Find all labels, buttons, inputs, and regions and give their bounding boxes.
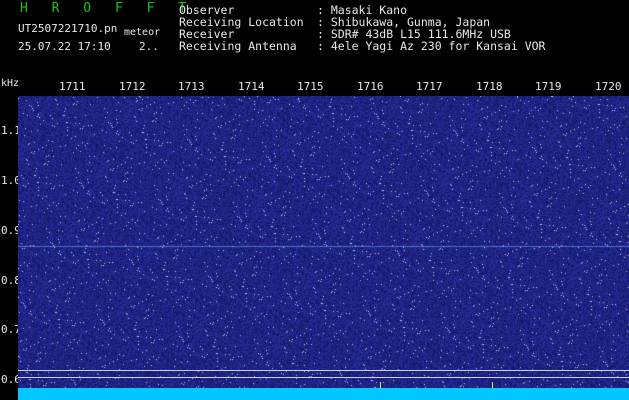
time-tick: 1711 [59,80,86,93]
time-tick: 1717 [416,80,443,93]
signal-level-trace [18,388,629,400]
info-value: : 4ele Yagi Az 230 for Kansai VOR [317,39,546,53]
timestamp: 25.07.22 17:10 [18,40,111,53]
time-tick: 1713 [178,80,205,93]
station-info: Observer: Masaki Kano Receiving Location… [179,4,545,52]
time-tick: 1714 [238,80,265,93]
reference-line [18,377,629,378]
time-tick: 1715 [297,80,324,93]
spectrogram[interactable] [18,96,629,400]
time-scale: kHz 1711 1712 1713 1714 1715 1716 1717 1… [0,78,629,96]
header: H R O F F T UT2507221710.pn meteor 25.07… [0,0,629,78]
info-key: Receiving Antenna [179,39,297,53]
event-tag: meteor [124,27,161,38]
app-logo: H R O F F T [20,1,195,16]
frequency-unit: kHz [1,78,20,89]
spectrogram-noise [18,96,629,400]
file-name: UT2507221710.pn [18,22,118,35]
status-flag: 2.. [139,40,159,53]
time-tick: 1720 [595,80,622,93]
time-tick: 1712 [119,80,146,93]
info-row-antenna: Receiving Antenna : 4ele Yagi Az 230 for … [179,40,545,52]
time-tick: 1719 [535,80,562,93]
time-tick: 1716 [357,80,384,93]
time-tick: 1718 [476,80,503,93]
reference-line [18,370,629,371]
